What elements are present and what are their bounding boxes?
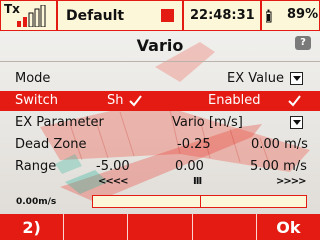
mode-label: Mode	[15, 71, 51, 86]
range-max[interactable]: 5.00 m/s	[250, 159, 307, 174]
status-bar: Tx Default 22:48:31 89%	[0, 0, 320, 31]
battery-panel: 89%	[262, 1, 319, 30]
enabled-check-icon[interactable]	[288, 95, 301, 107]
softkey-bar: 2) Ok	[0, 214, 320, 240]
signal-strength-icon	[17, 5, 46, 27]
dead-zone-value[interactable]: -0.25	[177, 137, 211, 152]
range-center: 0.00	[175, 159, 204, 174]
ex-parameter-label: EX Parameter	[15, 115, 104, 130]
help-icon[interactable]: ?	[295, 36, 311, 50]
title-divider	[0, 61, 320, 62]
ex-parameter-row[interactable]: EX Parameter Vario [m/s]	[0, 113, 320, 133]
range-right-arrows: >>>>	[276, 176, 306, 187]
vario-bar	[92, 195, 307, 208]
page-title: Vario	[136, 36, 184, 55]
softkey-4[interactable]	[193, 214, 257, 240]
time-panel: 22:48:31	[184, 1, 260, 30]
battery-percent: 89%	[287, 7, 319, 22]
softkey-1[interactable]: 2)	[0, 214, 65, 240]
model-name: Default	[66, 7, 125, 24]
clock-time: 22:48:31	[190, 8, 255, 23]
dead-zone-row[interactable]: Dead Zone -0.25 0.00 m/s	[0, 135, 320, 155]
ex-parameter-dropdown-icon[interactable]	[290, 116, 303, 129]
mode-value[interactable]: EX Value	[227, 71, 284, 86]
dead-zone-label: Dead Zone	[15, 137, 87, 152]
mode-row[interactable]: Mode EX Value	[0, 69, 320, 89]
range-left-arrows: <<<<	[98, 176, 128, 187]
vario-center-marker	[200, 196, 201, 207]
range-center-marker: III	[193, 176, 202, 187]
switch-value[interactable]: Sh	[107, 93, 124, 108]
range-row[interactable]: Range -5.00 0.00 5.00 m/s	[0, 157, 320, 177]
softkey-3[interactable]	[128, 214, 193, 240]
switch-row[interactable]: Switch Sh Enabled	[0, 91, 320, 111]
mode-dropdown-icon[interactable]	[290, 72, 303, 85]
switch-check-icon	[129, 95, 142, 107]
tx-signal-panel: Tx	[1, 1, 56, 30]
switch-status: Enabled	[208, 93, 261, 108]
stop-indicator-icon	[161, 9, 174, 22]
softkey-2[interactable]	[64, 214, 129, 240]
model-panel: Default	[58, 1, 182, 30]
vario-screen: Tx Default 22:48:31 89% Vario ? Mode EX …	[0, 0, 320, 240]
vario-readout: 0.00m/s	[16, 197, 57, 207]
ex-parameter-value[interactable]: Vario [m/s]	[172, 115, 243, 130]
ok-button[interactable]: Ok	[257, 214, 320, 240]
switch-label: Switch	[15, 93, 58, 108]
range-label: Range	[15, 159, 57, 174]
battery-icon	[266, 9, 272, 23]
range-min[interactable]: -5.00	[96, 159, 130, 174]
dead-zone-value-ms[interactable]: 0.00 m/s	[251, 137, 308, 152]
